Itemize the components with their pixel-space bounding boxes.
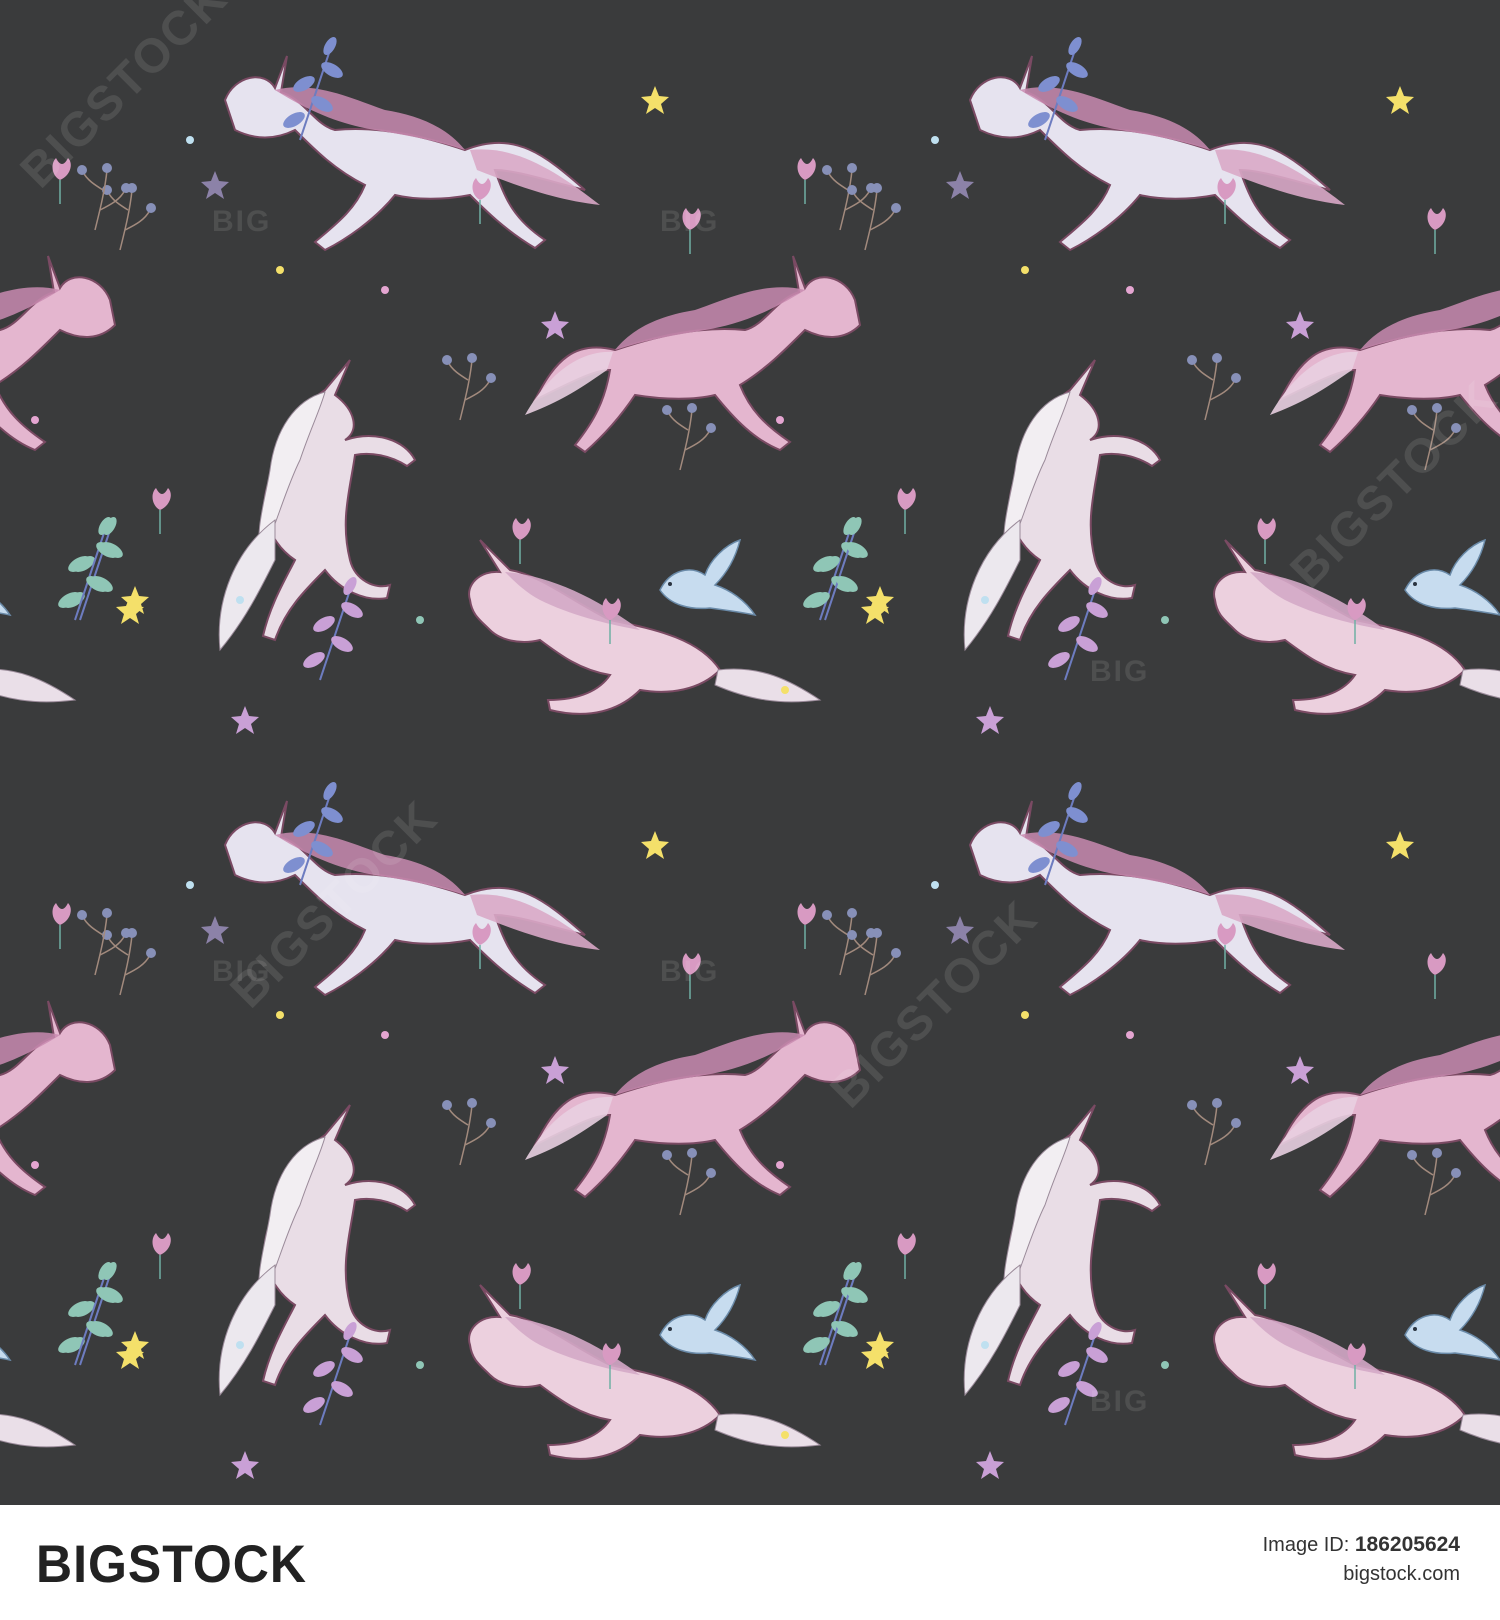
stock-footer-bar: BIGSTOCK Image ID: 186205624 bigstock.co…: [0, 1505, 1500, 1620]
image-id-label: Image ID:: [1262, 1534, 1355, 1556]
unicorn-pattern-artwork: [0, 0, 1500, 1505]
site-link[interactable]: bigstock.com: [1263, 1559, 1460, 1589]
bigstock-logo[interactable]: BIGSTOCK: [36, 1534, 307, 1595]
image-meta: Image ID: 186205624 bigstock.com: [1263, 1531, 1460, 1589]
image-id-value: 186205624: [1354, 1533, 1460, 1556]
image-id-row: Image ID: 186205624: [1263, 1531, 1460, 1559]
